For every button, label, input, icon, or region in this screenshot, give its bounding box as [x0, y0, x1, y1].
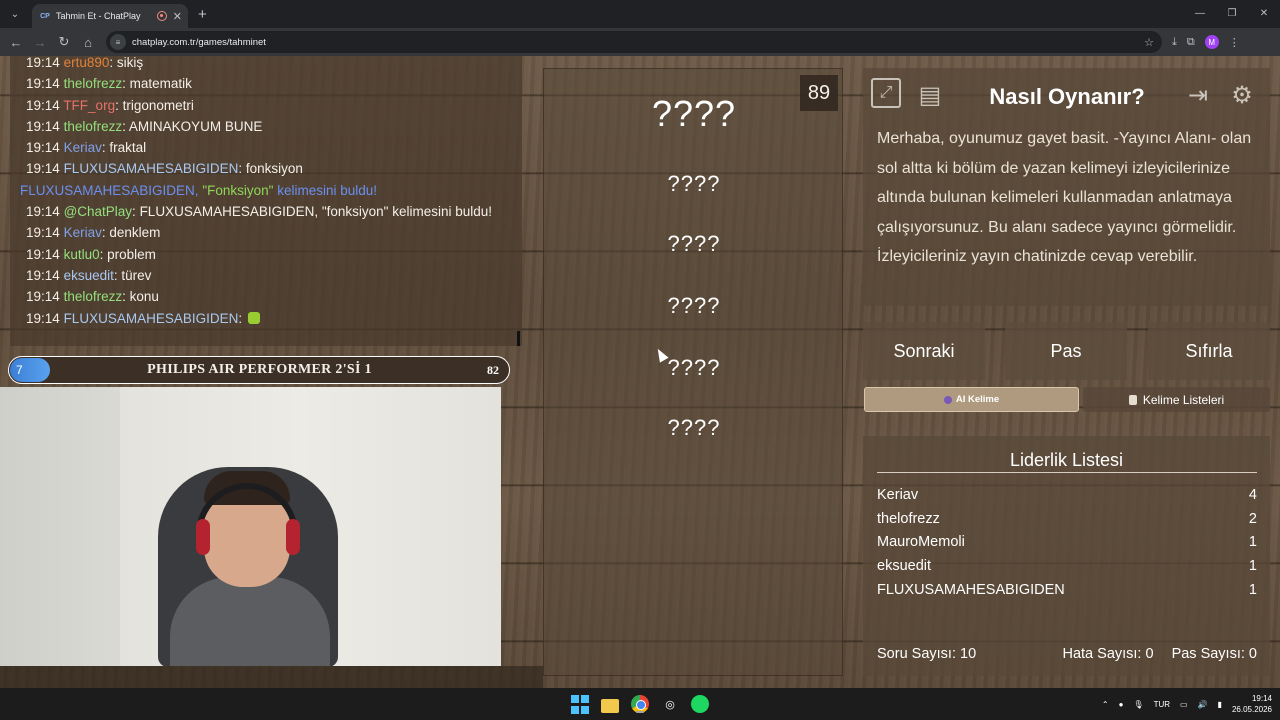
overlay-title: PHILIPS AIR PERFORMER 2'Sİ 1	[147, 362, 372, 377]
hidden-taboo-word: ????	[667, 231, 721, 256]
error-count: Hata Sayısı: 0	[1062, 646, 1154, 662]
chat-message: 19:14 eksuedit: türev	[26, 267, 152, 283]
hidden-main-word: ????	[651, 93, 737, 134]
chat-message: 19:14 Keriav: fraktal	[26, 140, 147, 156]
language-indicator[interactable]: TUR	[1154, 700, 1170, 709]
divider	[877, 472, 1257, 473]
microphone-icon[interactable]: 🎙	[1133, 700, 1143, 709]
tray-chevron-up-icon[interactable]: ⌃	[1102, 700, 1109, 709]
address-bar[interactable]: ≡ chatplay.com.tr/games/tahminet ☆	[106, 31, 1162, 53]
tray-app-icon[interactable]: ●	[1119, 700, 1124, 709]
leaderboard-row: thelofrezz 2	[877, 510, 1257, 527]
network-icon[interactable]: ▭	[1180, 700, 1188, 709]
next-button[interactable]: Sonraki	[863, 322, 985, 380]
chrome-icon[interactable]	[630, 694, 650, 714]
game-page: 19:14 ertu890: sikiş 19:14 thelofrezz: m…	[0, 56, 1280, 688]
window-controls: — ❐ ✕	[1184, 0, 1280, 28]
document-icon[interactable]: ▤	[913, 78, 947, 112]
spotify-icon[interactable]	[690, 694, 710, 714]
leaderboard-panel: Liderlik Listesi Keriav 4 thelofrezz 2 Mau…	[863, 436, 1270, 676]
chat-message: 19:14 @ChatPlay: FLUXUSAMAHESABIGIDEN, "…	[26, 204, 493, 220]
close-window-icon[interactable]: ✕	[1248, 0, 1280, 28]
download-icon[interactable]: ⤓	[1172, 36, 1177, 49]
webcam-feed	[0, 387, 501, 666]
tab-search-chevron-icon[interactable]: ⌄	[4, 3, 26, 25]
chatplay-favicon-icon: CP	[40, 12, 50, 20]
chat-message: 19:14 thelofrezz: matematik	[26, 76, 192, 92]
windows-start-icon[interactable]	[570, 694, 590, 714]
ai-icon	[943, 395, 952, 404]
leaderboard-title: Liderlik Listesi	[1009, 450, 1124, 470]
pass-count: Pas Sayısı: 0	[1171, 646, 1257, 662]
chat-scrollbar[interactable]	[517, 331, 520, 346]
obs-icon[interactable]: ◎	[660, 694, 680, 714]
how-to-play-title: Nasıl Oynanır?	[989, 84, 1145, 109]
chat-message: 19:14 FLUXUSAMAHESABIGIDEN: fonksiyon	[26, 161, 303, 177]
back-arrow-icon[interactable]: ←	[4, 35, 28, 50]
taskbar-clock[interactable]: 19:14 26.05.2026	[1232, 693, 1272, 715]
tab-word-lists[interactable]: Kelime Listeleri	[1083, 387, 1270, 412]
how-to-play-text: Merhaba, oyunumuz gayet basit. -Yayıncı …	[877, 130, 1252, 266]
home-icon[interactable]: ⌂	[76, 35, 100, 50]
chat-message: 19:14 thelofrezz: konu	[26, 289, 159, 305]
volume-icon[interactable]: 🔊	[1198, 700, 1208, 709]
game-stats: Soru Sayısı: 10 Hata Sayısı: 0 Pas Sayıs…	[877, 646, 1257, 662]
chat-message: 19:14 FLUXUSAMAHESABIGIDEN:	[26, 308, 506, 329]
chat-message: 19:14 Keriav: denklem	[26, 225, 161, 241]
leaderboard-row: Keriav 4	[877, 487, 1257, 503]
chat-panel: 19:14 ertu890: sikiş 19:14 thelofrezz: m…	[10, 56, 522, 346]
leaderboard-row: eksuedit 1	[877, 558, 1257, 575]
chat-message: 19:14 thelofrezz: AMINAKOYUM BUNE	[26, 118, 263, 134]
recording-icon	[156, 11, 167, 21]
restore-icon[interactable]: ❐	[1216, 0, 1248, 28]
reset-button[interactable]: Sıfırla	[1148, 322, 1270, 380]
forward-arrow-icon[interactable]: →	[28, 35, 52, 50]
profile-avatar[interactable]: M	[1204, 35, 1219, 49]
hidden-taboo-word: ????	[667, 293, 721, 318]
battery-icon[interactable]: ▮	[1218, 700, 1222, 709]
url-text[interactable]: chatplay.com.tr/games/tahminet	[132, 37, 1144, 48]
leaderboard-row: MauroMemoli 1	[877, 534, 1257, 551]
menu-kebab-icon[interactable]: ⋮	[1229, 36, 1240, 49]
file-explorer-icon[interactable]	[600, 694, 620, 714]
extensions-puzzle-icon[interactable]: ⧉	[1187, 36, 1195, 49]
chat-message: 19:14 TFF_org: trigonometri	[26, 97, 194, 113]
close-tab-icon[interactable]: ✕	[173, 10, 182, 23]
browser-tab[interactable]: CP Tahmin Et - ChatPlay ✕	[32, 4, 188, 28]
browser-toolbar: ← → ↻ ⌂ ≡ chatplay.com.tr/games/tahminet…	[0, 28, 1280, 56]
site-info-icon[interactable]: ≡	[110, 34, 126, 50]
how-to-play-panel: ⤢ ▤ Nasıl Oynanır? ⇥ ⚙ Merhaba, oyunumuz…	[863, 68, 1270, 306]
hidden-taboo-word: ????	[667, 171, 721, 196]
fullscreen-icon[interactable]: ⤢	[871, 78, 901, 108]
system-tray: ⌃ ● 🎙 TUR ▭ 🔊 ▮ 19:14 26.05.2026	[1102, 688, 1272, 720]
hidden-taboo-word: ????	[667, 415, 721, 440]
tab-title: Tahmin Et - ChatPlay	[56, 11, 141, 21]
gear-icon[interactable]: ⚙	[1225, 78, 1259, 112]
windows-taskbar: ◎ ⌃ ● 🎙 TUR ▭ 🔊 ▮ 19:14 26.05.2026	[0, 688, 1280, 720]
chat-message: 19:14 kutlu0: problem	[26, 246, 156, 262]
pass-button[interactable]: Pas	[1005, 322, 1127, 380]
bookmark-star-icon[interactable]: ☆	[1144, 36, 1154, 49]
question-count: Soru Sayısı: 10	[877, 646, 977, 662]
leaderboard-row: FLUXUSAMAHESABIGIDEN 1	[877, 581, 1257, 598]
overlay-left-number: 7	[10, 358, 50, 382]
new-tab-plus-icon[interactable]: +	[198, 6, 207, 23]
tab-ai-word[interactable]: AI Kelime	[864, 387, 1079, 412]
list-icon	[1128, 394, 1137, 405]
stream-overlay-bar: 7 PHILIPS AIR PERFORMER 2'Sİ 1 82	[8, 356, 510, 384]
word-panel: 89 ???? ???? ???? ???? ???? ????	[543, 68, 843, 676]
browser-tabbar: ⌄ CP Tahmin Et - ChatPlay ✕ + — ❐ ✕	[0, 0, 1280, 28]
chat-message: 19:14 ertu890: sikiş	[26, 56, 144, 70]
chat-system-notice: FLUXUSAMAHESABIGIDEN, "Fonksiyon" kelime…	[20, 182, 378, 198]
reload-icon[interactable]: ↻	[52, 34, 76, 50]
emote-icon	[247, 311, 260, 324]
minimize-icon[interactable]: —	[1184, 0, 1216, 28]
hidden-taboo-word: ????	[667, 355, 721, 380]
action-buttons: Sonraki Pas Sıfırla	[863, 322, 1270, 380]
streamer-body	[170, 577, 330, 666]
overlay-right-number: 82	[487, 362, 499, 377]
exit-icon[interactable]: ⇥	[1181, 78, 1215, 112]
